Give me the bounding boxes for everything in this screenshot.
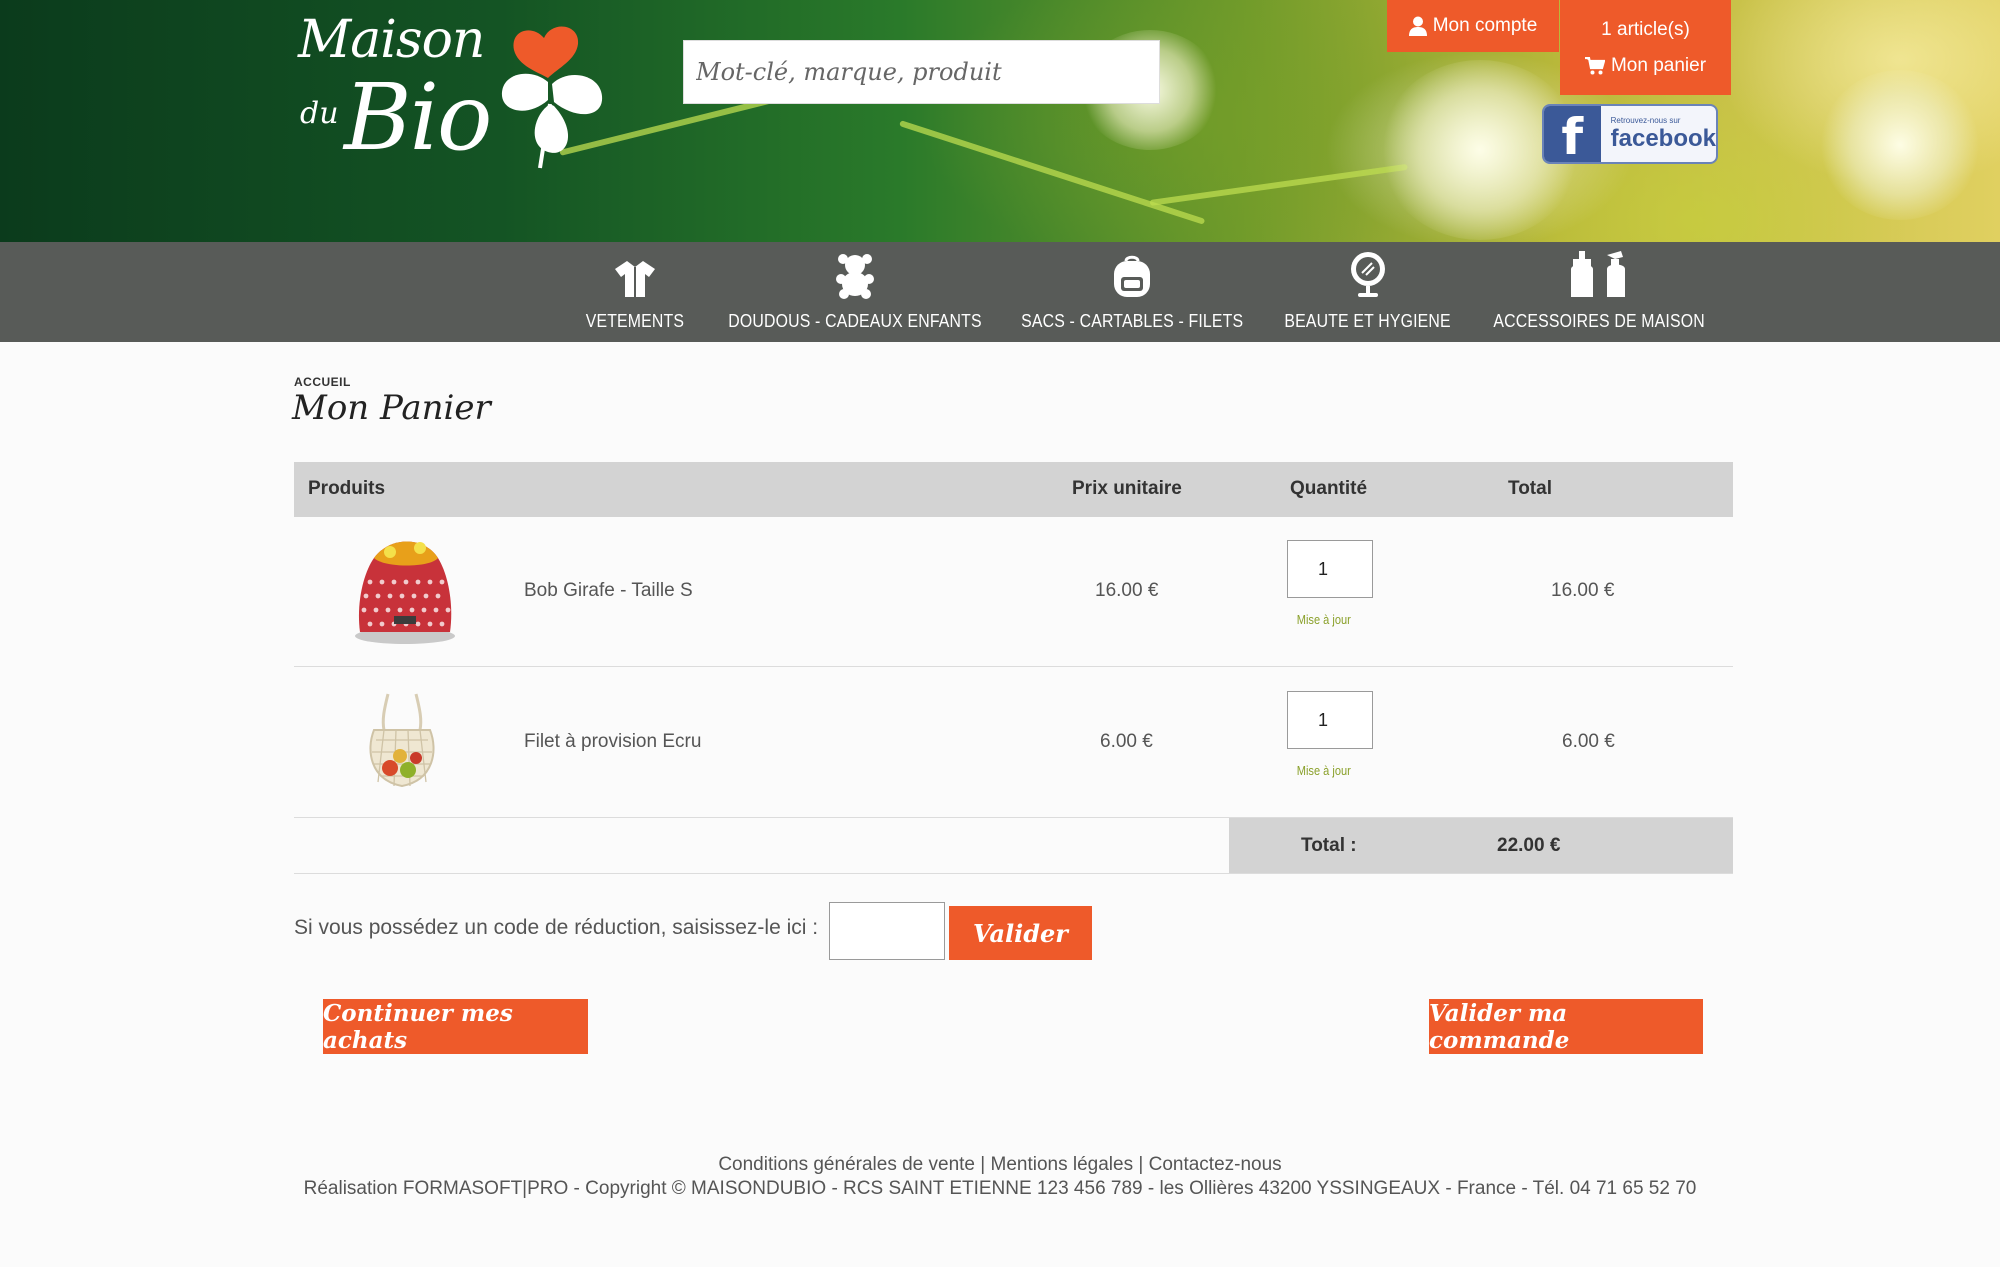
promo-code-input[interactable] (829, 902, 945, 960)
footer-separator: | (1138, 1154, 1144, 1175)
facebook-big-text: facebook (1610, 124, 1716, 152)
footer-copyright: Réalisation FORMASOFT|PRO - Copyright © … (303, 1178, 1697, 1199)
quantity-input[interactable] (1287, 540, 1373, 598)
footer-link-contact[interactable]: Contactez-nous (1149, 1154, 1282, 1175)
header-banner: Maison du Bio Mon compte 1 article(s) (0, 0, 2000, 242)
promo-validate-button[interactable]: Valider (949, 906, 1092, 960)
nav-item-vetements[interactable]: VETEMENTS (568, 242, 702, 342)
row-divider (294, 873, 1733, 874)
header-unit-price: Prix unitaire (1072, 478, 1182, 499)
spray-bottles-icon (1571, 251, 1625, 297)
checkout-button[interactable]: Valider ma commande (1429, 999, 1703, 1054)
header-quantity: Quantité (1290, 478, 1368, 499)
total-value: 22.00 € (1497, 835, 1561, 856)
clover-logo-icon (501, 26, 603, 169)
search-input[interactable] (683, 40, 1160, 104)
user-icon (1408, 16, 1427, 36)
cart-table-header: Produits Prix unitaire Quantité Total (294, 462, 1733, 517)
nav-item-beaute[interactable]: BEAUTE ET HYGIENE (1272, 242, 1464, 342)
header-total: Total (1508, 478, 1552, 499)
logo-text-maison: Maison (298, 10, 485, 70)
footer-link-cgv[interactable]: Conditions générales de vente (718, 1154, 975, 1175)
update-quantity-link[interactable]: Mise à jour (1297, 763, 1351, 778)
site-logo[interactable]: Maison du Bio (292, 8, 632, 173)
header-products: Produits (308, 478, 386, 499)
product-image-bob-girafe[interactable] (350, 532, 460, 646)
backpack-icon (1114, 255, 1150, 297)
footer-link-mentions[interactable]: Mentions légales (991, 1154, 1134, 1175)
row-divider (294, 666, 1733, 667)
nav-item-doudous[interactable]: DOUDOUS - CADEAUX ENFANTS (718, 242, 992, 342)
quantity-input[interactable] (1287, 691, 1373, 749)
nav-item-sacs[interactable]: SACS - CARTABLES - FILETS (1010, 242, 1254, 342)
cart-icon (1584, 56, 1605, 74)
product-name[interactable]: Bob Girafe - Taille S (524, 580, 693, 602)
shirt-icon (615, 261, 655, 297)
nav-label: SACS - CARTABLES - FILETS (1020, 311, 1244, 331)
update-quantity-link[interactable]: Mise à jour (1297, 612, 1351, 627)
nav-label: BEAUTE ET HYGIENE (1284, 311, 1452, 331)
footer-links: Conditions générales de vente | Mentions… (0, 1154, 2000, 1176)
logo-text-bio: Bio (344, 64, 492, 171)
nav-label: VETEMENTS (585, 311, 685, 331)
row-total: 16.00 € (1551, 580, 1615, 601)
row-total: 6.00 € (1562, 731, 1615, 752)
nav-item-accessoires[interactable]: ACCESSOIRES DE MAISON (1484, 242, 1714, 342)
facebook-small-text: Retrouvez-nous sur (1610, 115, 1681, 125)
product-image-filet-provision[interactable] (364, 690, 440, 790)
cart-total: Total : 22.00 € (1229, 818, 1733, 873)
continue-shopping-button[interactable]: Continuer mes achats (323, 999, 588, 1054)
facebook-badge[interactable]: f Retrouvez-nous sur facebook (1542, 104, 1718, 164)
account-label: Mon compte (1432, 15, 1538, 36)
banner-decoration (1820, 70, 1980, 220)
product-name[interactable]: Filet à provision Ecru (524, 731, 701, 753)
teddy-bear-icon (836, 254, 874, 299)
logo-text-du: du (300, 96, 339, 131)
account-button[interactable]: Mon compte (1387, 0, 1559, 52)
footer-separator: | (980, 1154, 986, 1175)
total-label: Total : (1301, 835, 1357, 856)
facebook-icon: f (1544, 106, 1601, 162)
banner-decoration (1149, 163, 1408, 206)
unit-price: 6.00 € (1100, 731, 1153, 752)
breadcrumb[interactable]: ACCUEIL (294, 375, 351, 389)
mirror-icon (1351, 252, 1385, 297)
cart-count: 1 article(s) (1601, 18, 1690, 40)
nav-label: ACCESSOIRES DE MAISON (1493, 311, 1705, 331)
cart-button[interactable]: 1 article(s) Mon panier (1560, 0, 1731, 95)
page-title: Mon Panier (292, 388, 491, 428)
main-nav: VETEMENTS DOUDOUS - CADEAUX ENFANTS SACS… (0, 242, 2000, 342)
cart-label: Mon panier (1610, 54, 1707, 76)
nav-label: DOUDOUS - CADEAUX ENFANTS (728, 311, 982, 331)
unit-price: 16.00 € (1095, 580, 1159, 601)
promo-code-label: Si vous possédez un code de réduction, s… (294, 916, 819, 939)
